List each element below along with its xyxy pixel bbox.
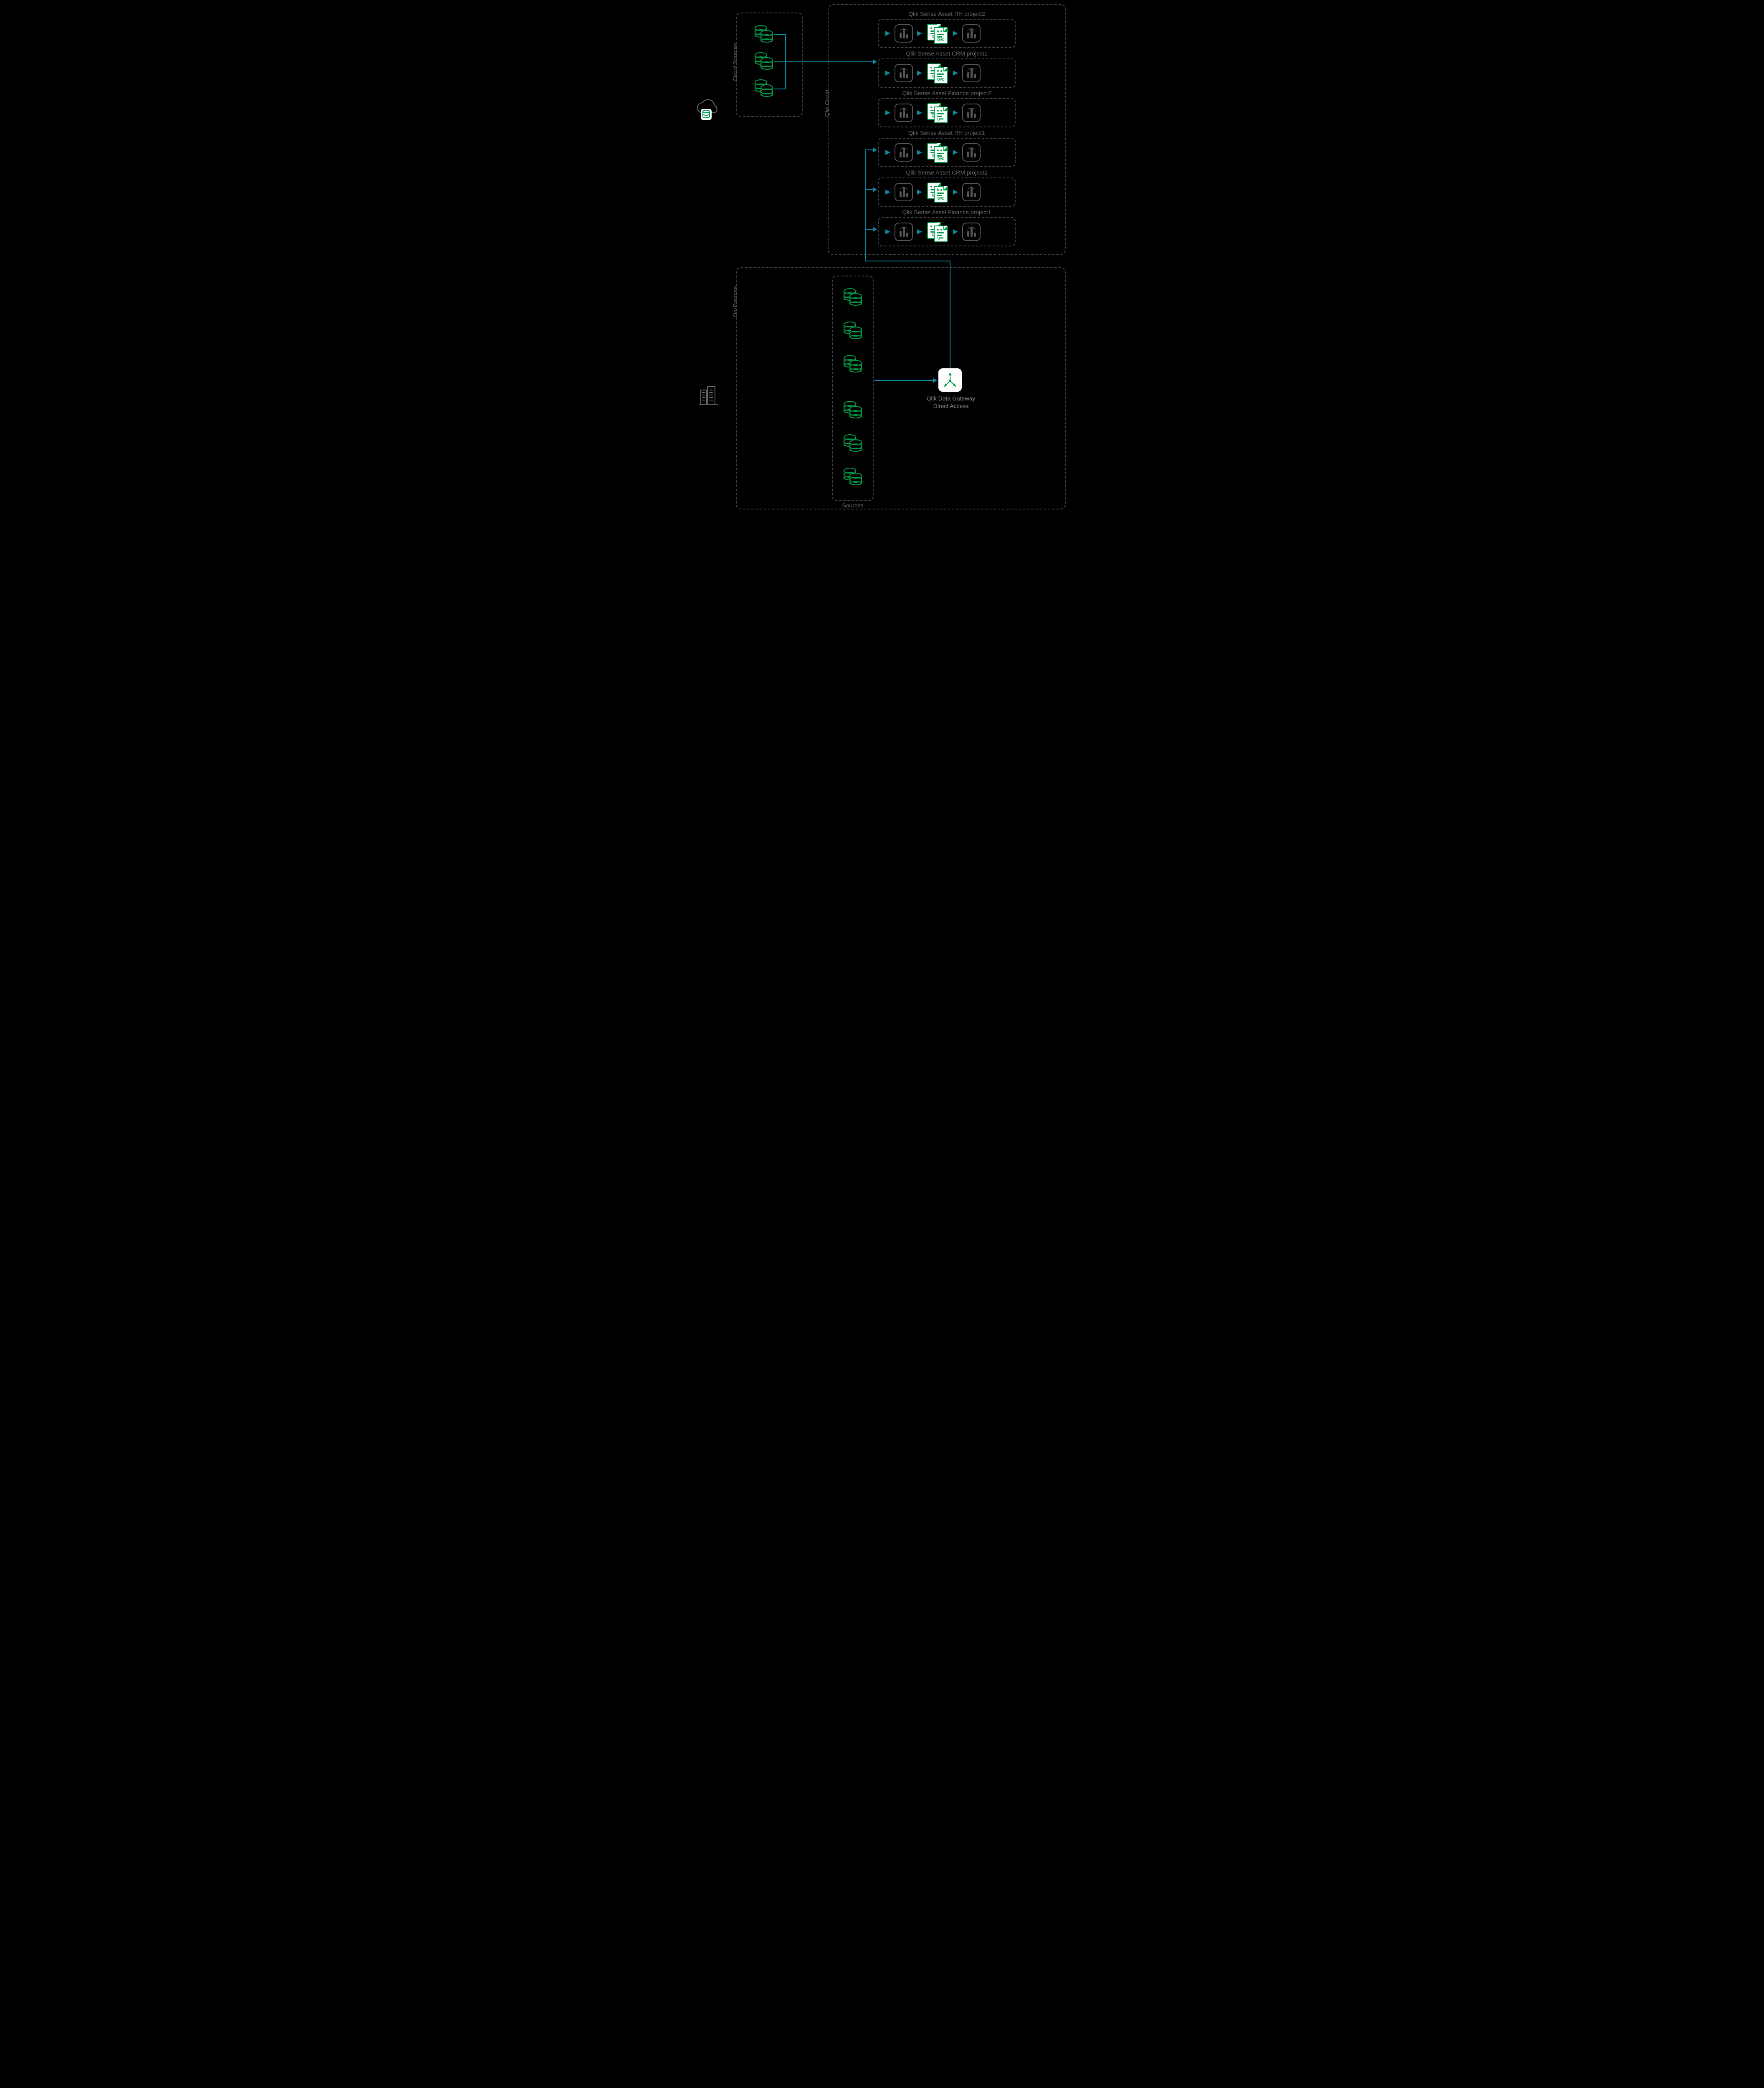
qvd-files-icon: QV QVD (926, 23, 949, 44)
flow-arrow-icon (917, 229, 922, 234)
qvd-files-icon: QV QVD (926, 221, 949, 242)
qlik-sense-asset: Qlik Sense Asset RH project1 QV QVD (878, 129, 1016, 167)
flow-arrow-icon (917, 31, 922, 36)
flow-arrow-icon (885, 150, 890, 155)
database-icon (844, 468, 863, 486)
qlik-sense-asset: Qlik Sense Asset RH project2 QV QVD (878, 10, 1016, 48)
asset-title: Qlik Sense Asset CRM project2 (878, 169, 1016, 176)
asset-title: Qlik Sense Asset CRM project1 (878, 50, 1016, 57)
flow-arrow-icon (885, 71, 890, 76)
qlik-sense-asset: Qlik Sense Asset CRM project1 QV QVD (878, 50, 1016, 88)
building-icon (698, 384, 720, 406)
qvd-files-icon: QV QVD (926, 142, 949, 163)
flow-arrow-icon (917, 110, 922, 115)
sources-label: Sources (840, 502, 865, 509)
chart-icon (962, 143, 981, 162)
on-premise-container (736, 267, 1066, 509)
flow-arrow-icon (953, 71, 958, 76)
database-icon (844, 401, 863, 419)
chart-icon (962, 104, 981, 122)
flow-arrow-icon (953, 110, 958, 115)
flow-arrow-icon (953, 190, 958, 195)
asset-title: Qlik Sense Asset RH project2 (878, 10, 1016, 17)
flow-arrow-icon (953, 31, 958, 36)
flow-arrow-icon (917, 150, 922, 155)
on-premise-label: On-Premise (732, 286, 738, 317)
qvd-files-icon: QV QVD (926, 182, 949, 203)
chart-icon (895, 183, 913, 201)
cloud-sources-label: Cloud Sources (732, 43, 738, 81)
qvd-files-icon: QV QVD (926, 102, 949, 123)
chart-icon (962, 223, 981, 241)
database-icon (844, 322, 863, 340)
database-icon (844, 355, 863, 373)
flow-arrow-icon (885, 229, 890, 234)
qlik-cloud-label: Qlik Cloud (824, 90, 830, 117)
database-icon (844, 288, 863, 307)
chart-icon (895, 24, 913, 43)
flow-arrow-icon (917, 190, 922, 195)
flow-arrow-icon (885, 110, 890, 115)
chart-icon (895, 223, 913, 241)
asset-title: Qlik Sense Asset Finance project1 (878, 209, 1016, 215)
qlik-sense-asset: Qlik Sense Asset Finance project1 QV QVD (878, 209, 1016, 246)
flow-arrow-icon (885, 190, 890, 195)
asset-title: Qlik Sense Asset RH project1 (878, 129, 1016, 136)
database-icon (844, 434, 863, 453)
database-icon (755, 25, 774, 43)
architecture-diagram: Qlik Cloud Cloud Sources Qlik Sense Asse… (682, 0, 1082, 522)
gateway-label: Qlik Data Gateway Direct Access (924, 395, 978, 410)
chart-icon (962, 24, 981, 43)
flow-arrow-icon (885, 31, 890, 36)
flow-arrow-icon (917, 71, 922, 76)
qvd-files-icon: QV QVD (926, 63, 949, 84)
flow-arrow-icon (953, 150, 958, 155)
sources-container (832, 276, 874, 501)
qlik-data-gateway-icon (938, 368, 962, 392)
chart-icon (962, 64, 981, 82)
chart-icon (895, 104, 913, 122)
chart-icon (962, 183, 981, 201)
qlik-sense-asset: Qlik Sense Asset CRM project2 QV QVD (878, 169, 1016, 207)
cloud-icon (694, 98, 719, 123)
chart-icon (895, 143, 913, 162)
flow-arrow-icon (953, 229, 958, 234)
qlik-sense-asset: Qlik Sense Asset Finance project2 QV QVD (878, 90, 1016, 127)
database-icon (755, 52, 774, 71)
chart-icon (895, 64, 913, 82)
asset-title: Qlik Sense Asset Finance project2 (878, 90, 1016, 96)
database-icon (755, 79, 774, 98)
